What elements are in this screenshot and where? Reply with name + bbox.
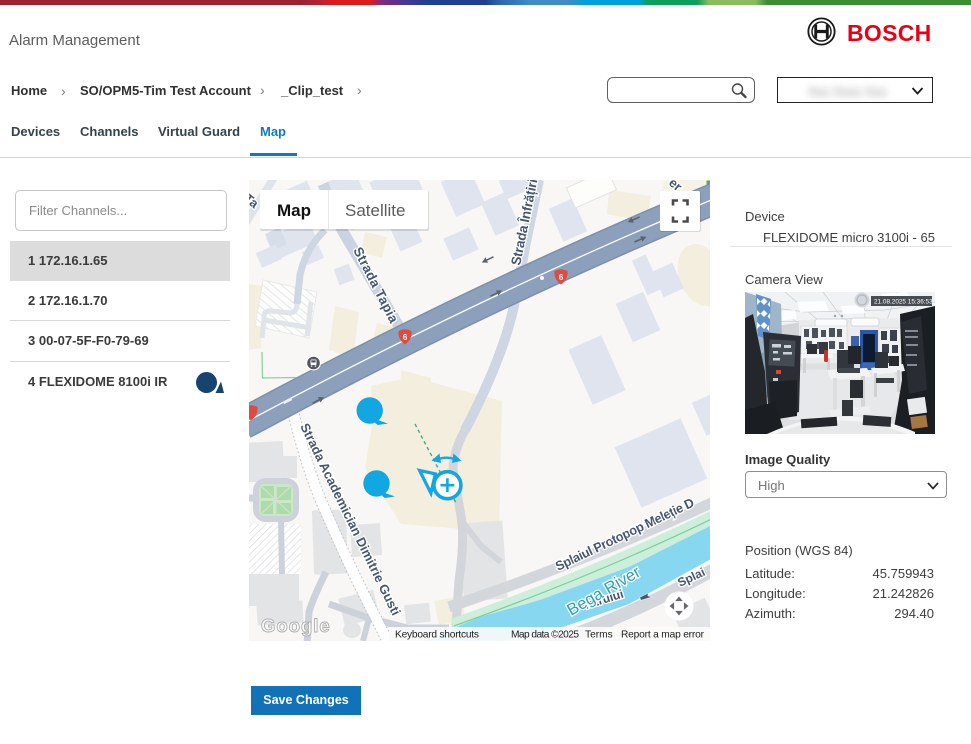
svg-text:Satellite: Satellite [345, 201, 405, 220]
svg-text:6: 6 [559, 272, 564, 282]
svg-text:Map data ©2025: Map data ©2025 [511, 630, 579, 641]
svg-text:Google: Google [261, 615, 331, 636]
svg-text:Map: Map [277, 201, 311, 220]
svg-text:Keyboard shortcuts: Keyboard shortcuts [395, 630, 479, 641]
svg-text:21.08.2025 15:36:53: 21.08.2025 15:36:53 [874, 299, 933, 306]
svg-text:Report a map error: Report a map error [621, 630, 705, 641]
svg-text:Terms: Terms [585, 630, 613, 641]
svg-text:6: 6 [403, 332, 408, 342]
